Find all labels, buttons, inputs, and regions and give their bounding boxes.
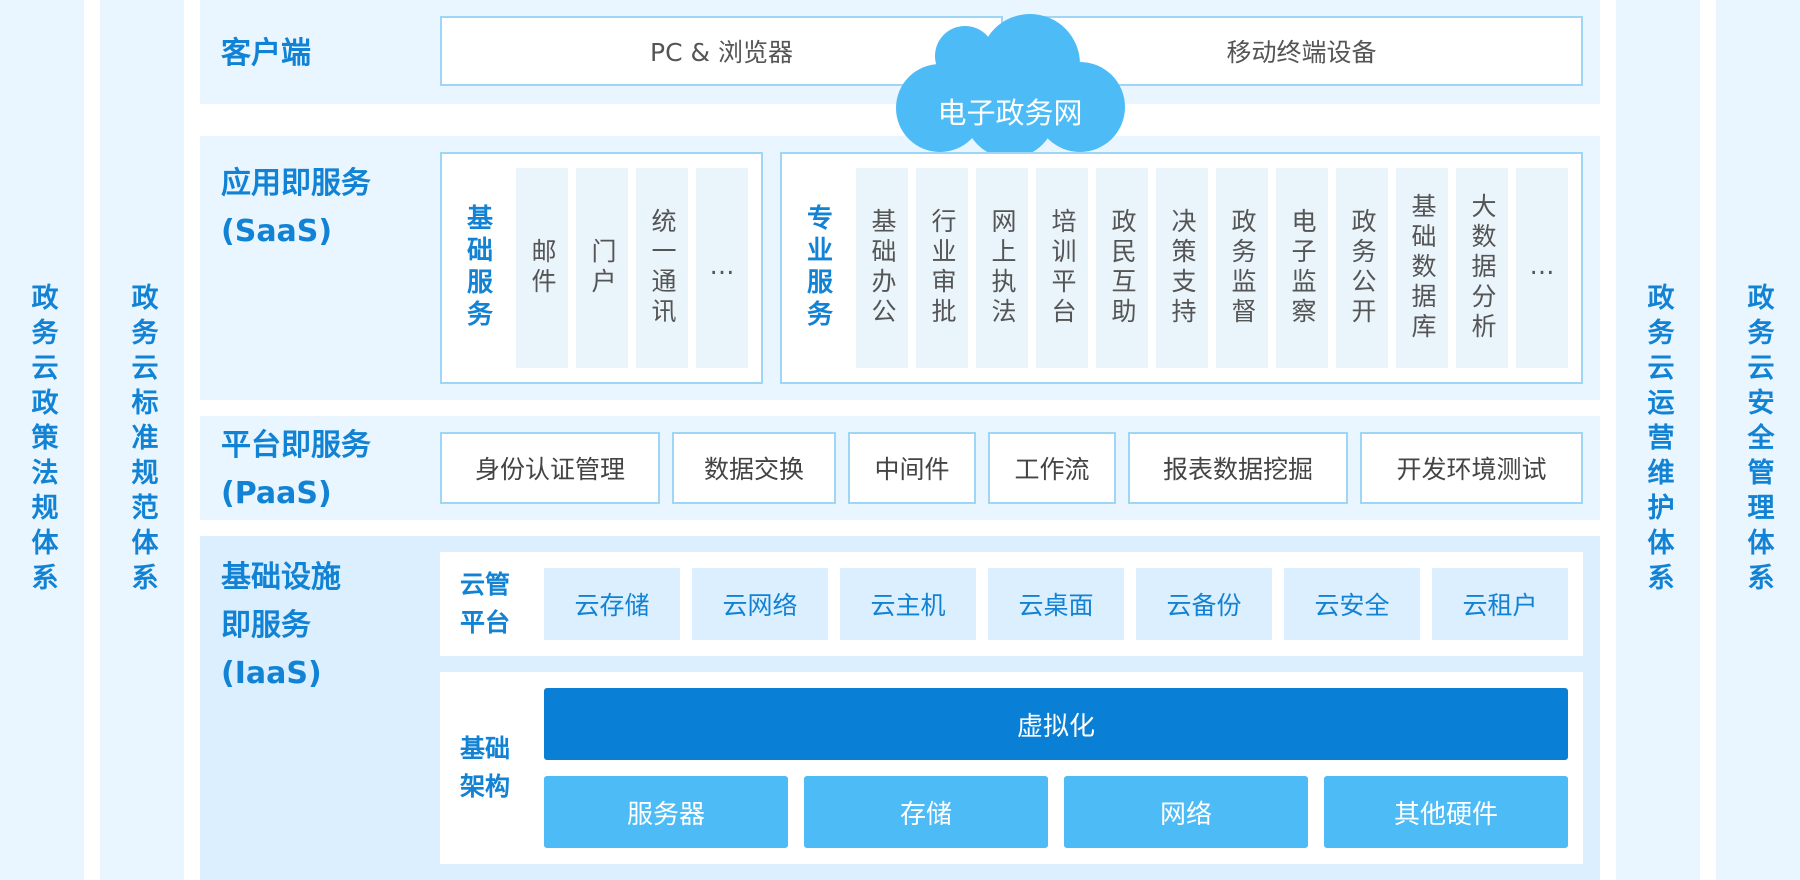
cloud-network: 云网络 [692, 568, 828, 640]
service-professional-more: … [1516, 168, 1568, 368]
cloud-backup: 云备份 [1136, 568, 1272, 640]
side-label-security: 政务云安全管理体系 [1742, 282, 1774, 598]
hardware-server: 服务器 [544, 776, 788, 848]
e-gov-network-cloud: 电子政务网 [885, 12, 1135, 152]
hardware-storage: 存储 [804, 776, 1048, 848]
service-online-enforcement: 网上执法 [976, 168, 1028, 368]
side-column-policy: 政务云政策法规体系 [0, 0, 84, 880]
paas-identity-auth: 身份认证管理 [440, 432, 660, 504]
service-mail: 邮件 [516, 168, 568, 368]
virtualization-layer: 虚拟化 [544, 688, 1568, 760]
side-column-standards: 政务云标准规范体系 [100, 0, 184, 880]
service-unified-comm: 统一通讯 [636, 168, 688, 368]
professional-services-label: 专业服务 [802, 204, 833, 332]
hardware-other: 其他硬件 [1324, 776, 1568, 848]
hardware-network: 网络 [1064, 776, 1308, 848]
side-column-security: 政务云安全管理体系 [1716, 0, 1800, 880]
service-basic-office: 基础办公 [856, 168, 908, 368]
cloud-storage: 云存储 [544, 568, 680, 640]
paas-data-exchange: 数据交换 [672, 432, 836, 504]
paas-report-mining: 报表数据挖掘 [1128, 432, 1348, 504]
infrastructure-label: 基础 架构 [460, 734, 511, 801]
cloud-host: 云主机 [840, 568, 976, 640]
cloud-mgmt-label: 云管 平台 [460, 570, 511, 637]
paas-workflow: 工作流 [988, 432, 1116, 504]
iaas-label: 基础设施 即服务 (IaaS) [221, 560, 341, 691]
side-label-operations: 政务云运营维护体系 [1642, 282, 1674, 598]
client-label: 客户端 [221, 36, 311, 71]
service-e-monitoring: 电子监察 [1276, 168, 1328, 368]
service-more: … [696, 168, 748, 368]
e-gov-network-label: 电子政务网 [937, 96, 1083, 130]
service-gov-supervision: 政务监督 [1216, 168, 1268, 368]
paas-label: 平台即服务 (PaaS) [221, 428, 371, 511]
service-decision-support: 决策支持 [1156, 168, 1208, 368]
cloud-tenant: 云租户 [1432, 568, 1568, 640]
side-column-operations: 政务云运营维护体系 [1616, 0, 1700, 880]
service-training-platform: 培训平台 [1036, 168, 1088, 368]
saas-label: 应用即服务 (SaaS) [221, 166, 371, 249]
cloud-security: 云安全 [1284, 568, 1420, 640]
side-label-standards: 政务云标准规范体系 [126, 282, 158, 598]
cloud-desktop: 云桌面 [988, 568, 1124, 640]
service-portal: 门户 [576, 168, 628, 368]
side-label-policy: 政务云政策法规体系 [26, 282, 58, 598]
service-industry-approval: 行业审批 [916, 168, 968, 368]
service-big-data-analysis: 大数据分析 [1456, 168, 1508, 368]
service-base-database: 基础数据库 [1396, 168, 1448, 368]
service-gov-disclosure: 政务公开 [1336, 168, 1388, 368]
paas-middleware: 中间件 [848, 432, 976, 504]
service-citizen-mutual-aid: 政民互助 [1096, 168, 1148, 368]
basic-services-label: 基础服务 [462, 204, 493, 332]
paas-dev-test-env: 开发环境测试 [1360, 432, 1583, 504]
